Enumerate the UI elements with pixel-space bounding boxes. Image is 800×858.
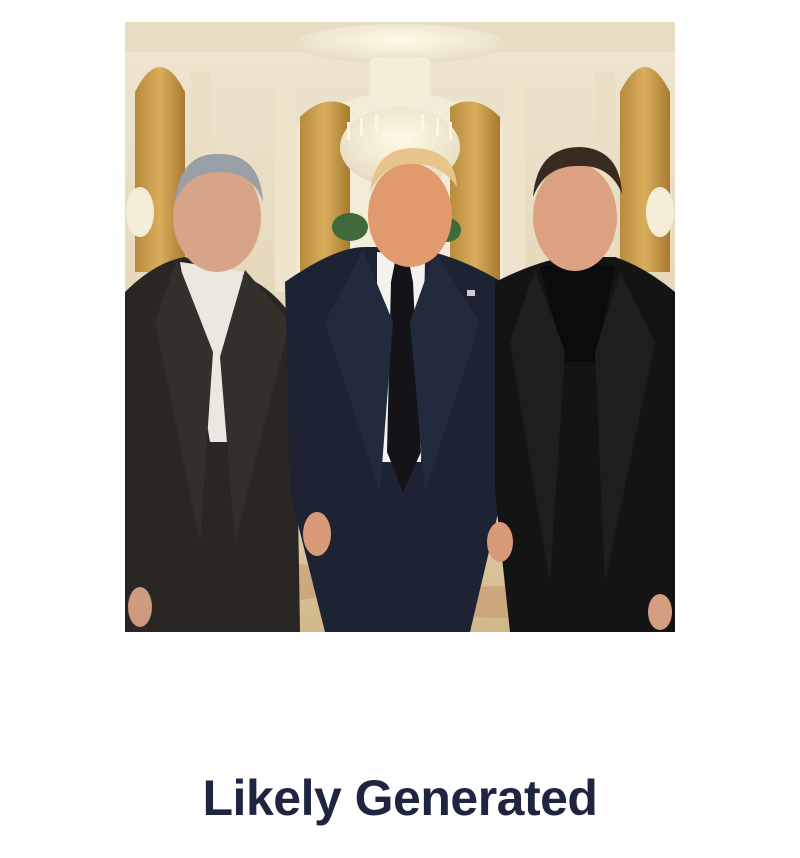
detection-result-label: Likely Generated <box>202 770 598 826</box>
analyzed-photo <box>125 22 675 632</box>
photo-illustration <box>125 22 675 632</box>
